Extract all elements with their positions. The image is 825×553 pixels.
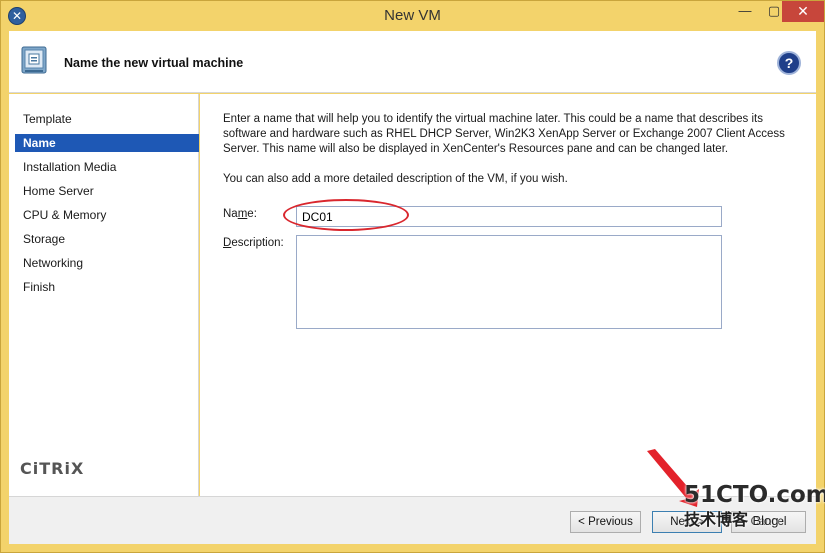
previous-button[interactable]: < Previous [570, 511, 641, 533]
description-hint-text: You can also add a more detailed descrip… [223, 173, 568, 185]
sidebar-item-template[interactable]: Template [15, 110, 199, 128]
watermark-subtitle: 技术博客 Blog [684, 512, 779, 529]
watermark-site: 51CTO.com [684, 482, 825, 508]
description-label: Description: [223, 237, 284, 249]
wizard-header: Name the new virtual machine ? [9, 31, 816, 93]
title-bar: ✕ New VM — ▢ ✕ [1, 1, 824, 31]
new-vm-wizard-icon [21, 46, 47, 74]
citrix-logo: CiTRiX [20, 459, 85, 478]
sidebar-item-cpu-memory[interactable]: CPU & Memory [15, 206, 199, 224]
name-label: Name: [223, 208, 257, 220]
new-vm-window: ✕ New VM — ▢ ✕ Name the new virtual mach… [0, 0, 825, 553]
help-icon[interactable]: ? [777, 51, 801, 75]
sidebar-item-networking[interactable]: Networking [15, 254, 199, 272]
instructions-text: Enter a name that will help you to ident… [223, 113, 785, 155]
main-content: Enter a name that will help you to ident… [200, 94, 816, 496]
watermark: 51CTO.com 技术博客 Blog [684, 482, 825, 542]
close-button[interactable]: ✕ [782, 1, 824, 22]
page-title: Name the new virtual machine [64, 56, 244, 70]
sidebar-item-home-server[interactable]: Home Server [15, 182, 199, 200]
sidebar-item-installation-media[interactable]: Installation Media [15, 158, 199, 176]
sidebar-item-storage[interactable]: Storage [15, 230, 199, 248]
description-input[interactable] [296, 235, 722, 329]
sidebar-item-finish[interactable]: Finish [15, 278, 199, 296]
wizard-steps-sidebar: Template Name Installation Media Home Se… [9, 94, 199, 496]
red-annotation-ellipse [283, 199, 409, 231]
window-title: New VM [384, 7, 441, 24]
minimize-button[interactable]: — [731, 1, 759, 22]
sidebar-item-name[interactable]: Name [15, 134, 199, 152]
